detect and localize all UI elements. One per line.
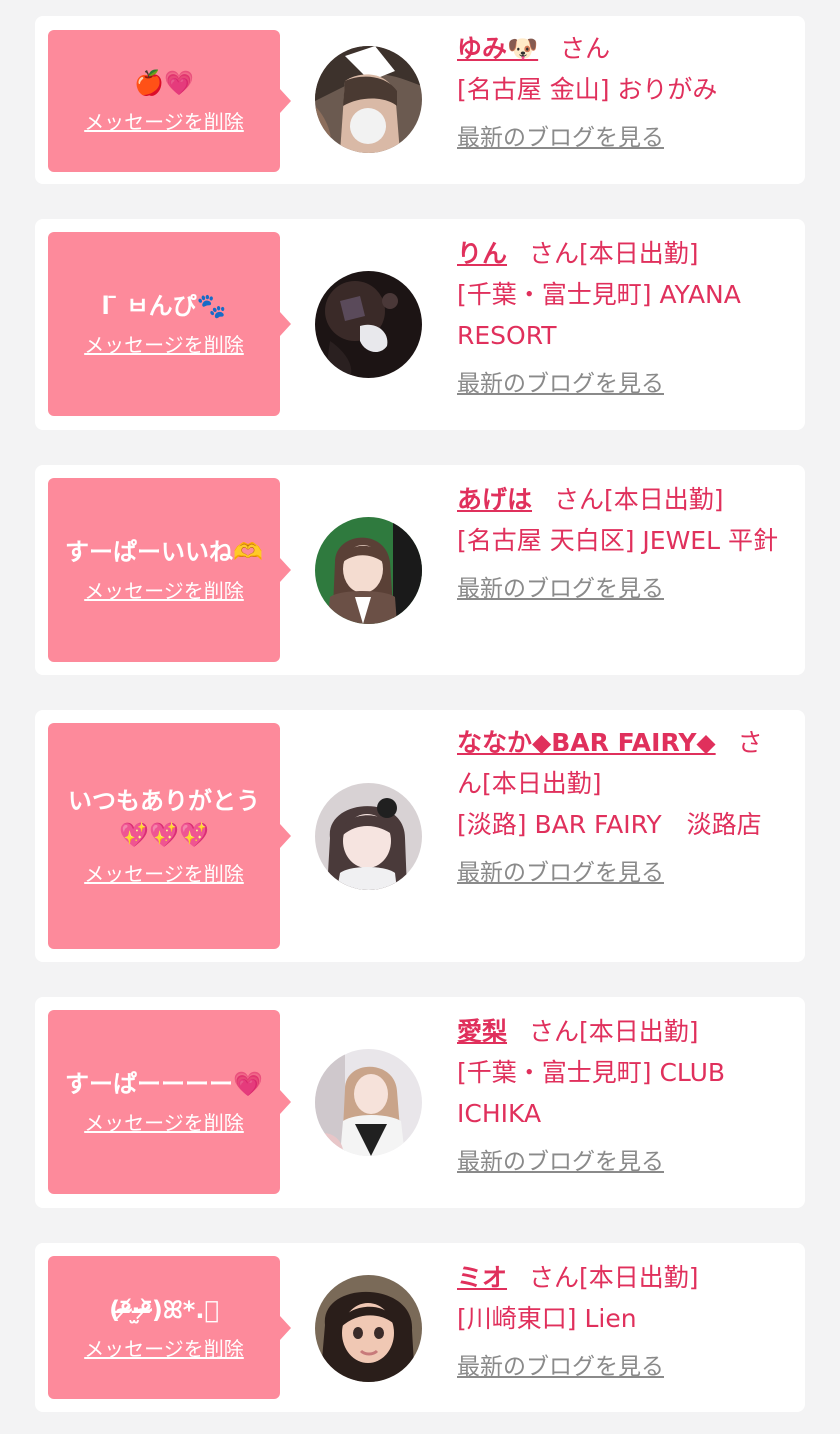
- message-text: すーぱーいいね🫶: [65, 538, 263, 566]
- girl-info: りん さん[本日出勤] [千葉・富士見町] AYANA RESORT 最新のブログ…: [457, 233, 787, 405]
- latest-blog-link[interactable]: 最新のブログを見る: [457, 569, 664, 610]
- message-bubble: いつもありがとう 💖💖💖 メッセージを削除: [48, 723, 291, 949]
- girl-name-link[interactable]: 愛梨: [457, 1017, 507, 1046]
- avatar[interactable]: [315, 1049, 422, 1156]
- work-status: [本日出勤]: [579, 239, 699, 268]
- message-text: l ̄ ㅂんぴ🐾: [101, 292, 227, 320]
- honorific: さん: [560, 34, 611, 63]
- message-text: (ᵒ̴̶̷᷄‧̫ᵒ̴̶̷᷅)ꕤ*.゚: [109, 1295, 219, 1324]
- girl-name-link[interactable]: ゆみ🐶: [457, 34, 538, 63]
- message-bubble: すーぱーいいね🫶 メッセージを削除: [48, 478, 291, 662]
- girl-info: ゆみ🐶 さん [名古屋 金山] おりがみ 最新のブログを見る: [457, 28, 787, 159]
- shop-info: [千葉・富士見町] CLUB ICHIKA: [457, 1058, 726, 1128]
- avatar[interactable]: [315, 517, 422, 624]
- delete-message-link[interactable]: メッセージを削除: [84, 577, 244, 605]
- work-status: [本日出勤]: [579, 1017, 699, 1046]
- message-bubble: 🍎💗 メッセージを削除: [48, 30, 291, 172]
- message-card: (ᵒ̴̶̷᷄‧̫ᵒ̴̶̷᷅)ꕤ*.゚ メッセージを削除 ミオ さん[本日出勤] […: [35, 1243, 805, 1412]
- favorite-messages-list: 🍎💗 メッセージを削除 ゆみ🐶 さん [名古屋 金山] おりがみ 最新のブログを見…: [0, 0, 840, 1434]
- avatar[interactable]: [315, 1275, 422, 1382]
- message-card: いつもありがとう 💖💖💖 メッセージを削除 ななか◆BAR FAIRY◆ さん[本…: [35, 710, 805, 962]
- work-status: [本日出勤]: [482, 769, 602, 798]
- delete-message-link[interactable]: メッセージを削除: [84, 1109, 244, 1137]
- delete-message-link[interactable]: メッセージを削除: [84, 331, 244, 359]
- shop-info: [川崎東口] Lien: [457, 1304, 637, 1333]
- girl-info: 愛梨 さん[本日出勤] [千葉・富士見町] CLUB ICHIKA 最新のブログを…: [457, 1011, 787, 1183]
- shop-info: [名古屋 天白区] JEWEL 平針: [457, 526, 778, 555]
- message-text: 🍎💗: [134, 69, 194, 97]
- girl-info: あげは さん[本日出勤] [名古屋 天白区] JEWEL 平針 最新のブログを見る: [457, 479, 787, 610]
- shop-info: [千葉・富士見町] AYANA RESORT: [457, 280, 741, 350]
- work-status: [本日出勤]: [604, 485, 724, 514]
- delete-message-link[interactable]: メッセージを削除: [84, 108, 244, 136]
- message-card: すーぱーいいね🫶 メッセージを削除 あげは さん[本日出勤] [名古屋 天白区] …: [35, 465, 805, 675]
- latest-blog-link[interactable]: 最新のブログを見る: [457, 118, 664, 159]
- shop-info: [淡路] BAR FAIRY 淡路店: [457, 810, 762, 839]
- work-status: [本日出勤]: [579, 1263, 699, 1292]
- latest-blog-link[interactable]: 最新のブログを見る: [457, 1347, 664, 1388]
- shop-info: [名古屋 金山] おりがみ: [457, 75, 718, 104]
- honorific: さん: [529, 239, 580, 268]
- honorific: さん: [529, 1263, 580, 1292]
- avatar[interactable]: [315, 783, 422, 890]
- message-bubble: すーぱーーーー💗 メッセージを削除: [48, 1010, 291, 1194]
- girl-name-link[interactable]: ななか◆BAR FAIRY◆: [457, 728, 716, 757]
- girl-name-link[interactable]: ミオ: [457, 1263, 507, 1292]
- message-card: l ̄ ㅂんぴ🐾 メッセージを削除 りん さん[本日出勤] [千葉・富士見町] A…: [35, 219, 805, 430]
- message-text: いつもありがとう 💖💖💖: [68, 787, 260, 849]
- latest-blog-link[interactable]: 最新のブログを見る: [457, 1142, 664, 1183]
- latest-blog-link[interactable]: 最新のブログを見る: [457, 853, 664, 894]
- delete-message-link[interactable]: メッセージを削除: [84, 860, 244, 888]
- delete-message-link[interactable]: メッセージを削除: [84, 1335, 244, 1363]
- honorific: さん: [554, 485, 605, 514]
- message-card: すーぱーーーー💗 メッセージを削除 愛梨 さん[本日出勤] [千葉・富士見町] C…: [35, 997, 805, 1208]
- message-card: 🍎💗 メッセージを削除 ゆみ🐶 さん [名古屋 金山] おりがみ 最新のブログを見…: [35, 16, 805, 184]
- girl-name-link[interactable]: あげは: [457, 485, 532, 514]
- message-text: すーぱーーーー💗: [65, 1070, 263, 1098]
- avatar[interactable]: [315, 46, 422, 153]
- avatar[interactable]: [315, 271, 422, 378]
- latest-blog-link[interactable]: 最新のブログを見る: [457, 364, 664, 405]
- girl-info: ミオ さん[本日出勤] [川崎東口] Lien 最新のブログを見る: [457, 1257, 787, 1388]
- girl-info: ななか◆BAR FAIRY◆ さん[本日出勤] [淡路] BAR FAIRY 淡路…: [457, 722, 787, 894]
- message-bubble: (ᵒ̴̶̷᷄‧̫ᵒ̴̶̷᷅)ꕤ*.゚ メッセージを削除: [48, 1256, 291, 1399]
- message-bubble: l ̄ ㅂんぴ🐾 メッセージを削除: [48, 232, 291, 416]
- honorific: さん: [529, 1017, 580, 1046]
- girl-name-link[interactable]: りん: [457, 239, 507, 268]
